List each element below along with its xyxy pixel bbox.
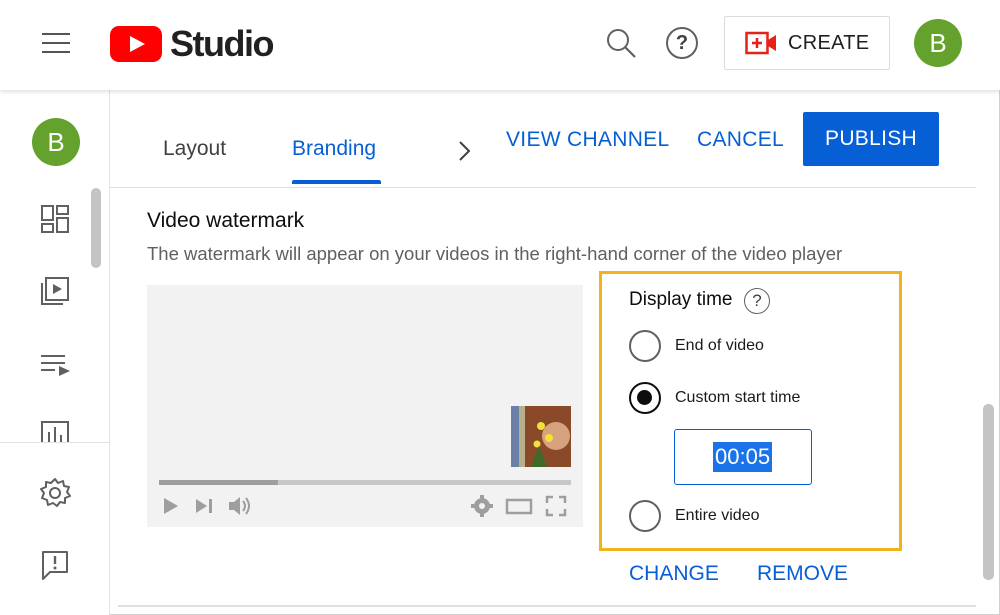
content-icon[interactable] [38,274,72,308]
customization-header: Layout Branding VIEW CHANNEL CANCEL PUBL… [110,90,976,188]
watermark-image [511,406,571,467]
radio-custom-start-time[interactable] [629,382,661,414]
next-icon[interactable] [195,495,215,517]
fullscreen-icon[interactable] [545,495,567,517]
section-description: The watermark will appear on your videos… [147,243,843,264]
top-bar: Studio ? CREATE B [0,0,1000,90]
display-time-panel: Display time ? End of video Custom start… [599,271,902,551]
search-icon[interactable] [604,26,638,60]
radio-entire-video[interactable] [629,500,661,532]
hamburger-menu-icon[interactable] [38,28,74,58]
display-time-help-icon[interactable]: ? [744,288,770,314]
settings-gear-icon[interactable] [471,495,493,517]
progress-fill [159,480,279,485]
play-icon[interactable] [163,495,179,517]
analytics-icon[interactable] [38,418,72,452]
left-sidebar: B [0,90,110,615]
youtube-play-icon [110,26,162,62]
sidebar-scrollbar[interactable] [91,188,101,268]
chevron-right-icon[interactable] [454,140,474,162]
help-icon[interactable]: ? [666,27,698,59]
settings-icon[interactable] [38,476,72,510]
custom-start-time-input[interactable]: 00:05 [674,429,812,485]
custom-start-time-value: 00:05 [713,442,773,472]
create-label: CREATE [788,31,870,54]
feedback-icon[interactable] [38,548,72,582]
main-scrollbar[interactable] [983,404,994,580]
radio-end-of-video[interactable] [629,330,661,362]
publish-button[interactable]: PUBLISH [803,112,939,166]
create-button[interactable]: CREATE [724,16,890,70]
radio-label-custom-start-time: Custom start time [675,389,801,406]
video-preview [147,285,583,527]
studio-logo[interactable]: Studio [110,23,274,64]
account-avatar[interactable]: B [914,19,962,67]
section-title: Video watermark [147,209,305,232]
tab-layout[interactable]: Layout [163,137,226,161]
view-channel-button[interactable]: VIEW CHANNEL [506,128,669,152]
playlists-icon[interactable] [38,348,72,382]
remove-button[interactable]: REMOVE [757,562,848,586]
channel-avatar[interactable]: B [32,118,80,166]
progress-bar[interactable] [159,480,571,485]
active-tab-indicator [292,180,381,184]
logo-text: Studio [170,23,274,64]
bottom-divider [118,605,976,607]
create-video-icon [745,31,777,55]
cancel-button[interactable]: CANCEL [697,128,784,152]
dashboard-icon[interactable] [38,202,72,236]
tab-branding[interactable]: Branding [292,137,376,161]
volume-icon[interactable] [227,495,253,517]
radio-label-end-of-video: End of video [675,337,764,354]
radio-label-entire-video: Entire video [675,507,760,524]
display-time-title: Display time [629,289,733,310]
sidebar-divider [0,442,110,443]
change-button[interactable]: CHANGE [629,562,719,586]
theater-mode-icon[interactable] [505,495,533,517]
